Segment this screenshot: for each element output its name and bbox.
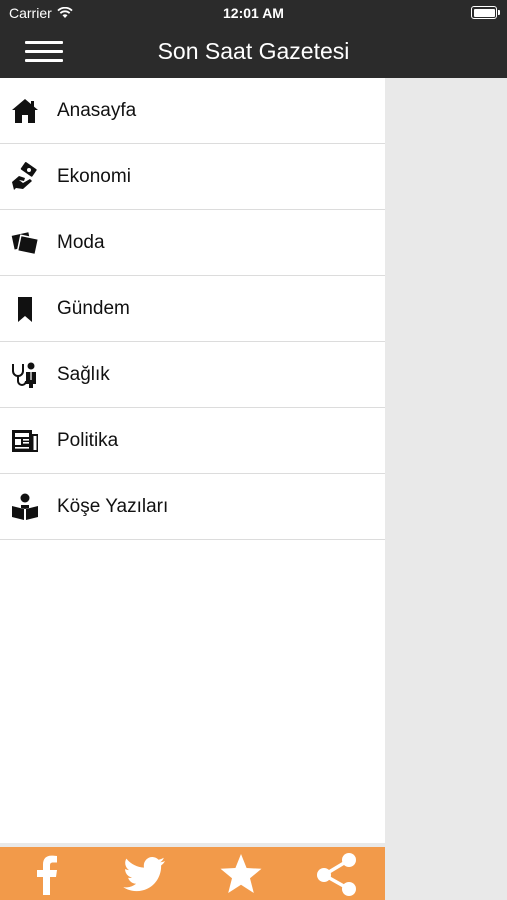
menu-label: Politika [57, 429, 119, 451]
menu-item-kose-yazilari[interactable]: Köşe Yazıları [0, 474, 385, 540]
clock: 12:01 AM [223, 5, 284, 21]
social-footer [0, 847, 385, 900]
menu-item-gundem[interactable]: Gündem [0, 276, 385, 342]
nav-bar: Son Saat Gazetesi [0, 26, 507, 78]
twitter-icon [123, 856, 166, 891]
home-icon [10, 96, 40, 126]
menu-label: Gündem [57, 297, 130, 319]
menu-item-anasayfa[interactable]: Anasayfa [0, 78, 385, 144]
fashion-card-icon [10, 228, 40, 258]
facebook-button[interactable] [18, 847, 78, 900]
twitter-button[interactable] [114, 847, 174, 900]
star-icon [220, 853, 262, 893]
menu-label: Köşe Yazıları [57, 495, 169, 517]
bookmark-icon [10, 294, 40, 324]
menu-label: Anasayfa [57, 99, 137, 121]
menu-list: Anasayfa Ekonomi Moda Gündem Sağlık Poli… [0, 78, 385, 540]
reader-book-icon [10, 492, 40, 522]
menu-item-politika[interactable]: Politika [0, 408, 385, 474]
menu-label: Sağlık [57, 363, 110, 385]
side-drawer: Anasayfa Ekonomi Moda Gündem Sağlık Poli… [0, 78, 385, 843]
share-button[interactable] [307, 847, 367, 900]
share-icon [316, 852, 356, 896]
newspaper-icon [10, 426, 40, 456]
facebook-icon [37, 855, 58, 895]
menu-label: Ekonomi [57, 165, 131, 187]
status-bar: Carrier 12:01 AM [0, 0, 507, 26]
money-hand-icon [10, 161, 40, 192]
menu-item-moda[interactable]: Moda [0, 210, 385, 276]
doctor-stethoscope-icon [10, 360, 40, 390]
page-title: Son Saat Gazetesi [157, 38, 350, 64]
menu-label: Moda [57, 231, 105, 253]
menu-item-ekonomi[interactable]: Ekonomi [0, 144, 385, 210]
favorite-button[interactable] [211, 847, 271, 900]
hamburger-menu-icon[interactable] [25, 41, 63, 63]
menu-item-saglik[interactable]: Sağlık [0, 342, 385, 408]
battery-icon [471, 6, 500, 19]
